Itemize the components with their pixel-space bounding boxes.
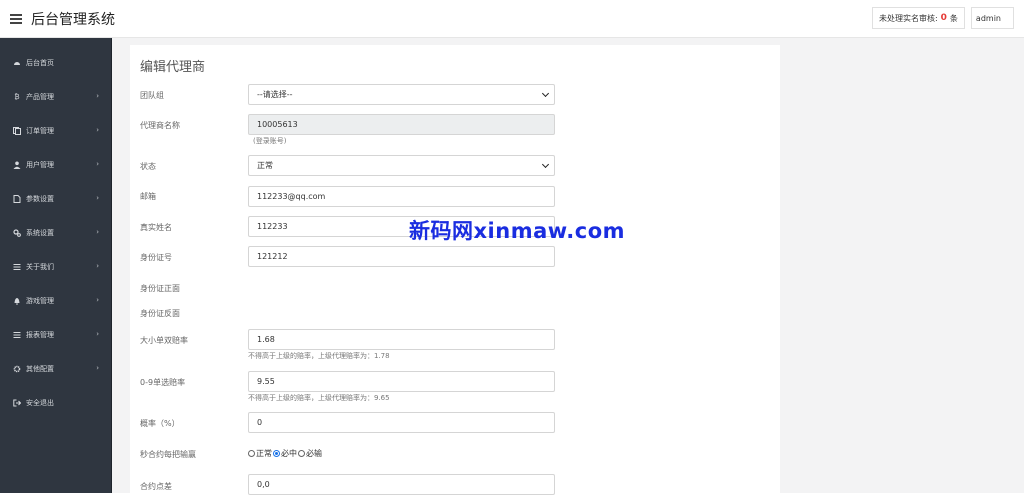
- team-group-label: 团队组: [140, 91, 164, 100]
- top-header: 后台管理系统 未处理实名审核: 0 条 admin: [0, 0, 1024, 38]
- watermark-text: 新码网xinmaw.com: [409, 219, 626, 243]
- sidebar-item-label: 关于我们: [26, 263, 54, 271]
- sidebar-item-label: 报表管理: [26, 331, 54, 339]
- sign-out-icon: [13, 399, 21, 407]
- contract-result-radio-group: 正常 必中 必输: [248, 448, 323, 459]
- list-icon: [13, 331, 21, 339]
- sidebar-item-label: 用户管理: [26, 161, 54, 169]
- edit-agent-form: 编辑代理商 团队组 --请选择-- 代理商名称 10005613 (登录账号) …: [130, 45, 780, 495]
- agent-name-label: 代理商名称: [140, 121, 180, 130]
- file-icon: [13, 195, 21, 203]
- id-number-value: 121212: [257, 252, 288, 261]
- agent-name-hint: (登录账号): [253, 137, 287, 145]
- chevron-right-icon: ›: [96, 262, 99, 270]
- sidebar-item-label: 订单管理: [26, 127, 54, 135]
- pending-review-label: 未处理实名审核:: [878, 13, 938, 23]
- email-label: 邮箱: [140, 192, 156, 201]
- pending-review-unit: 条: [949, 13, 958, 23]
- odds-big-small-label: 大小单双赔率: [140, 336, 188, 345]
- contract-result-label: 秒合约每把输赢: [140, 450, 196, 459]
- page-title: 编辑代理商: [140, 60, 206, 75]
- team-group-select[interactable]: --请选择--: [248, 84, 555, 105]
- odds-0-9-hint: 不得高于上级的赔率，上级代理赔率为：9.65: [248, 394, 390, 402]
- list-icon: [13, 263, 21, 271]
- chevron-right-icon: ›: [96, 330, 99, 338]
- sidebar-item-other-config[interactable]: 其他配置 ›: [0, 352, 111, 386]
- sidebar-item-parameters[interactable]: 参数设置 ›: [0, 182, 111, 216]
- probability-field[interactable]: 0: [248, 412, 555, 433]
- agent-name-field[interactable]: 10005613: [248, 114, 555, 135]
- user-name: admin: [975, 13, 1001, 23]
- status-label: 状态: [140, 162, 156, 171]
- app-title: 后台管理系统: [31, 11, 115, 28]
- sidebar-item-label: 系统设置: [26, 229, 54, 237]
- email-value: 112233@qq.com: [257, 192, 326, 201]
- real-name-value: 112233: [257, 222, 288, 231]
- chevron-right-icon: ›: [96, 364, 99, 372]
- sidebar-item-games[interactable]: 游戏管理 ›: [0, 284, 111, 318]
- radio-normal-label: 正常: [256, 449, 272, 458]
- user-icon: [13, 161, 21, 169]
- sidebar-item-about[interactable]: 关于我们 ›: [0, 250, 111, 284]
- user-menu[interactable]: admin: [970, 7, 1014, 29]
- bitcoin-icon: ₿: [14, 93, 20, 101]
- id-front-label: 身份证正面: [140, 284, 180, 293]
- sidebar-item-label: 安全退出: [26, 399, 54, 407]
- status-select[interactable]: 正常: [248, 155, 555, 176]
- bell-icon: [13, 297, 21, 305]
- odds-0-9-value: 9.55: [257, 377, 275, 386]
- radio-must-win-label: 必中: [281, 449, 297, 458]
- sidebar-item-system[interactable]: 系统设置 ›: [0, 216, 111, 250]
- sidebar-item-orders[interactable]: 订单管理 ›: [0, 114, 111, 148]
- odds-big-small-field[interactable]: 1.68: [248, 329, 555, 350]
- gears-icon: [13, 229, 21, 237]
- id-number-field[interactable]: 121212: [248, 246, 555, 267]
- sidebar: 后台首页 ₿ 产品管理 › 订单管理 › 用户管理 › 参数设置 › 系统设置 …: [0, 38, 112, 493]
- id-back-label: 身份证反面: [140, 309, 180, 318]
- chevron-right-icon: ›: [96, 194, 99, 202]
- sidebar-item-products[interactable]: ₿ 产品管理 ›: [0, 80, 111, 114]
- menu-toggle-icon[interactable]: [10, 13, 22, 24]
- sidebar-item-label: 游戏管理: [26, 297, 54, 305]
- gear-icon: [13, 365, 21, 373]
- real-name-label: 真实姓名: [140, 223, 172, 232]
- sidebar-item-label: 参数设置: [26, 195, 54, 203]
- probability-label: 概率（%）: [140, 419, 180, 428]
- odds-0-9-field[interactable]: 9.55: [248, 371, 555, 392]
- dashboard-icon: [13, 59, 21, 67]
- status-value: 正常: [257, 161, 273, 170]
- chevron-right-icon: ›: [96, 92, 99, 100]
- sidebar-item-label: 后台首页: [26, 59, 54, 67]
- odds-0-9-label: 0-9单选赔率: [140, 378, 186, 387]
- id-number-label: 身份证号: [140, 253, 172, 262]
- team-group-value: --请选择--: [257, 90, 293, 99]
- sidebar-item-logout[interactable]: 安全退出: [0, 386, 111, 420]
- chevron-right-icon: ›: [96, 296, 99, 304]
- contract-spread-value: 0,0: [257, 480, 270, 489]
- pending-review-count: 0: [940, 13, 947, 23]
- odds-big-small-hint: 不得高于上级的赔率，上级代理赔率为：1.78: [248, 352, 390, 360]
- radio-must-lose-label: 必输: [306, 449, 322, 458]
- radio-must-lose[interactable]: [298, 450, 305, 457]
- contract-spread-label: 合约点差: [140, 482, 172, 491]
- sidebar-item-reports[interactable]: 报表管理 ›: [0, 318, 111, 352]
- radio-normal[interactable]: [248, 450, 255, 457]
- sidebar-item-home[interactable]: 后台首页: [0, 46, 111, 80]
- contract-spread-field[interactable]: 0,0: [248, 474, 555, 495]
- agent-name-value: 10005613: [257, 120, 298, 129]
- chevron-right-icon: ›: [96, 160, 99, 168]
- probability-value: 0: [257, 418, 263, 427]
- chevron-right-icon: ›: [96, 126, 99, 134]
- sidebar-item-label: 产品管理: [26, 93, 54, 101]
- email-field[interactable]: 112233@qq.com: [248, 186, 555, 207]
- copy-icon: [13, 127, 21, 135]
- pending-review-indicator[interactable]: 未处理实名审核: 0 条: [871, 7, 965, 29]
- chevron-right-icon: ›: [96, 228, 99, 236]
- sidebar-item-label: 其他配置: [26, 365, 54, 373]
- radio-must-win[interactable]: [273, 450, 280, 457]
- odds-big-small-value: 1.68: [257, 335, 275, 344]
- sidebar-item-users[interactable]: 用户管理 ›: [0, 148, 111, 182]
